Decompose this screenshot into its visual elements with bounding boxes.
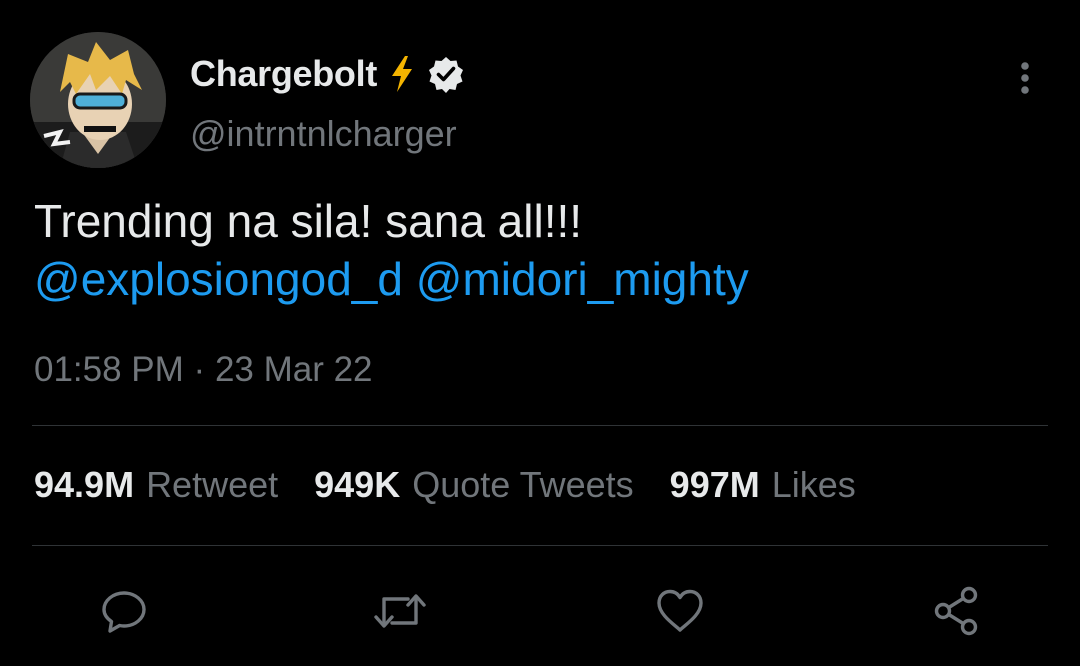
tweet-date: 23 Mar 22 xyxy=(214,350,373,389)
quote-count: 949K xyxy=(314,464,401,505)
retweet-count-stat[interactable]: 94.9M Retweet xyxy=(34,464,278,506)
retweet-icon[interactable] xyxy=(372,583,428,639)
reply-icon[interactable] xyxy=(96,583,152,639)
lightning-bolt-icon xyxy=(389,55,415,93)
tweet-stats: 94.9M Retweet 949K Quote Tweets 997M Likes xyxy=(34,464,892,506)
more-options-icon[interactable] xyxy=(1010,58,1040,98)
action-bar xyxy=(0,575,1080,645)
quote-label: Quote Tweets xyxy=(412,464,634,505)
like-label: Likes xyxy=(771,464,856,505)
like-count: 997M xyxy=(669,464,760,505)
retweet-label: Retweet xyxy=(146,464,279,505)
divider xyxy=(32,425,1048,426)
share-icon[interactable] xyxy=(928,583,984,639)
mention-link[interactable]: @explosiongod_d xyxy=(34,253,403,305)
user-handle[interactable]: @intrntnlcharger xyxy=(190,113,457,155)
divider xyxy=(32,545,1048,546)
display-name[interactable]: Chargebolt xyxy=(190,53,377,95)
quote-count-stat[interactable]: 949K Quote Tweets xyxy=(314,464,634,506)
tweet-text-line: Trending na sila! sana all!!! xyxy=(34,195,583,247)
avatar[interactable] xyxy=(30,32,166,168)
avatar-image xyxy=(30,32,166,168)
timestamp-separator: · xyxy=(193,350,206,389)
tweet-timestamp: 01:58 PM · 23 Mar 22 xyxy=(34,350,373,390)
tweet-mentions: @explosiongod_d @midori_mighty xyxy=(34,250,1044,308)
verified-badge-icon xyxy=(427,55,465,93)
tweet-time: 01:58 PM xyxy=(34,350,184,389)
mention-link[interactable]: @midori_mighty xyxy=(416,253,749,305)
like-icon[interactable] xyxy=(652,583,708,639)
retweet-count: 94.9M xyxy=(34,464,135,505)
tweet-text: Trending na sila! sana all!!! @explosion… xyxy=(34,192,1044,308)
like-count-stat[interactable]: 997M Likes xyxy=(670,464,856,506)
tweet-detail: Chargebolt @intrntnlcharger Trending na … xyxy=(0,0,1080,666)
name-row: Chargebolt xyxy=(190,52,465,96)
